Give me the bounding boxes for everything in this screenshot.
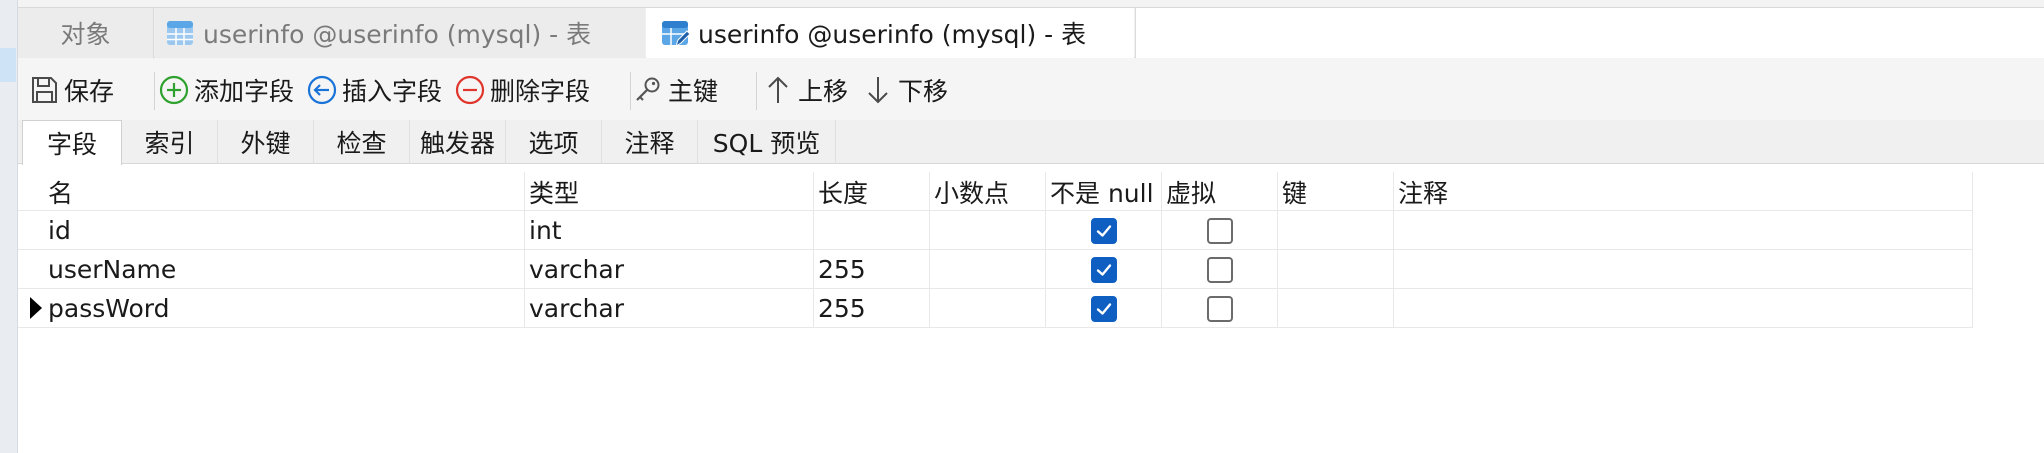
- column-header-type[interactable]: 类型: [525, 172, 814, 211]
- delete-field-button[interactable]: 删除字段: [454, 70, 590, 110]
- primary-key-button[interactable]: 主键: [632, 70, 718, 110]
- table-row[interactable]: userName varchar 255: [18, 250, 1973, 289]
- tab-bar-empty-area: [1135, 8, 2044, 58]
- field-comment-cell[interactable]: [1394, 289, 1973, 328]
- not-null-cell: [1046, 289, 1162, 328]
- tab-userinfo-table-2-active[interactable]: userinfo @userinfo (mysql) - 表: [646, 8, 1134, 58]
- field-type-cell[interactable]: varchar: [525, 289, 814, 328]
- subtab-checks[interactable]: 检查: [314, 120, 410, 164]
- field-key-cell[interactable]: [1278, 250, 1394, 289]
- toolbar: 保存 添加字段 插入字段 删除字段 主键 上移 下移: [18, 58, 2044, 120]
- subtab-foreign-keys[interactable]: 外键: [218, 120, 314, 164]
- field-decimals-cell[interactable]: [930, 211, 1046, 250]
- field-decimals-cell[interactable]: [930, 250, 1046, 289]
- virtual-checkbox[interactable]: [1206, 295, 1233, 322]
- save-icon: [32, 77, 57, 103]
- virtual-cell: [1162, 250, 1278, 289]
- move-down-button[interactable]: 下移: [862, 70, 948, 110]
- subtab-comment[interactable]: 注释: [602, 120, 698, 164]
- subtab-sql-preview[interactable]: SQL 预览: [698, 120, 836, 164]
- grid-header-row: 名 类型 长度 小数点 不是 null 虚拟 键 注释: [18, 172, 1973, 211]
- not-null-checkbox[interactable]: [1090, 256, 1117, 283]
- not-null-checkbox[interactable]: [1090, 217, 1117, 244]
- field-comment-cell[interactable]: [1394, 211, 1973, 250]
- arrow-down-icon: [868, 77, 888, 104]
- not-null-checkbox[interactable]: [1090, 295, 1117, 322]
- column-header-key[interactable]: 键: [1278, 172, 1394, 211]
- tab-userinfo-table-1[interactable]: userinfo @userinfo (mysql) - 表: [155, 8, 645, 58]
- field-type-cell[interactable]: varchar: [525, 250, 814, 289]
- column-header-decimals[interactable]: 小数点: [930, 172, 1046, 211]
- column-header-name[interactable]: 名: [44, 172, 525, 211]
- current-row-marker-icon: [30, 297, 42, 319]
- field-key-cell[interactable]: [1278, 211, 1394, 250]
- column-header-length[interactable]: 长度: [814, 172, 930, 211]
- field-name-cell[interactable]: id: [44, 211, 525, 250]
- field-name-cell[interactable]: passWord: [44, 289, 525, 328]
- insert-arrow-left-icon: [307, 75, 337, 105]
- table-row[interactable]: id int: [18, 211, 1973, 250]
- arrow-up-icon: [768, 76, 788, 103]
- table-icon: [167, 21, 193, 45]
- designer-subtabs: 字段 索引 外键 检查 触发器 选项 注释 SQL 预览: [18, 120, 2044, 165]
- field-decimals-cell[interactable]: [930, 289, 1046, 328]
- subtab-options[interactable]: 选项: [506, 120, 602, 164]
- field-length-cell[interactable]: 255: [814, 250, 930, 289]
- subtab-indexes[interactable]: 索引: [122, 120, 218, 164]
- column-header-comment[interactable]: 注释: [1394, 172, 1973, 211]
- column-header-virtual[interactable]: 虚拟: [1162, 172, 1278, 211]
- move-up-button[interactable]: 上移: [762, 70, 848, 110]
- virtual-checkbox[interactable]: [1206, 256, 1233, 283]
- save-button[interactable]: 保存: [28, 70, 114, 110]
- field-length-cell[interactable]: 255: [814, 289, 930, 328]
- subtab-triggers[interactable]: 触发器: [410, 120, 506, 164]
- virtual-cell: [1162, 211, 1278, 250]
- add-field-button[interactable]: 添加字段: [158, 70, 294, 110]
- field-key-cell[interactable]: [1278, 289, 1394, 328]
- tab-objects[interactable]: 对象: [18, 8, 154, 58]
- subtab-fields[interactable]: 字段: [22, 120, 122, 165]
- table-row-current[interactable]: passWord varchar 255: [18, 289, 1973, 328]
- sidebar-selection: [0, 48, 16, 82]
- virtual-checkbox[interactable]: [1206, 217, 1233, 244]
- not-null-cell: [1046, 211, 1162, 250]
- table-edit-icon: [662, 21, 690, 48]
- window-top-edge: [0, 0, 2044, 8]
- toolbar-separator: [630, 72, 631, 110]
- insert-field-button[interactable]: 插入字段: [306, 70, 442, 110]
- field-length-cell[interactable]: [814, 211, 930, 250]
- column-header-not-null[interactable]: 不是 null: [1046, 172, 1162, 211]
- delete-circle-icon: [455, 75, 485, 105]
- field-type-cell[interactable]: int: [525, 211, 814, 250]
- toolbar-separator: [756, 72, 757, 110]
- field-name-cell[interactable]: userName: [44, 250, 525, 289]
- tab-bar: 对象 userinfo @userinfo (mysql) - 表 userin…: [18, 8, 2044, 58]
- left-sidebar-strip: [0, 0, 18, 453]
- not-null-cell: [1046, 250, 1162, 289]
- field-comment-cell[interactable]: [1394, 250, 1973, 289]
- add-circle-icon: [159, 75, 189, 105]
- key-icon: [636, 77, 660, 101]
- virtual-cell: [1162, 289, 1278, 328]
- toolbar-separator: [154, 72, 155, 110]
